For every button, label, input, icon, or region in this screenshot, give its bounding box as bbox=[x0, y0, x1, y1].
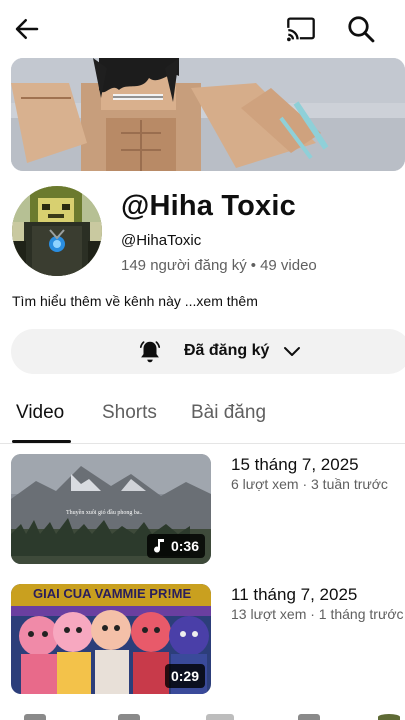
channel-handle: @HihaToxic bbox=[121, 232, 202, 249]
video-duration-badge: 0:29 bbox=[164, 664, 205, 688]
channel-banner bbox=[11, 58, 405, 171]
video-meta: 13 lượt xem · 1 tháng trước bbox=[231, 606, 404, 622]
top-app-bar bbox=[0, 0, 405, 58]
subscribed-button[interactable]: Đã đăng ký bbox=[11, 329, 405, 374]
cast-icon[interactable] bbox=[286, 16, 316, 42]
subscriptions-icon[interactable] bbox=[298, 714, 320, 720]
create-icon[interactable] bbox=[206, 714, 234, 720]
bell-icon bbox=[139, 341, 161, 363]
tab-posts[interactable]: Bài đăng bbox=[191, 402, 266, 424]
home-icon[interactable] bbox=[24, 714, 46, 720]
avatar[interactable] bbox=[378, 714, 400, 720]
video-duration: 0:29 bbox=[170, 668, 199, 684]
channel-avatar[interactable] bbox=[12, 186, 102, 276]
music-note-icon bbox=[153, 539, 164, 553]
video-item[interactable]: GIAI CUA VAMMIE PR!ME 0:29 11 tháng 7, 2… bbox=[0, 584, 405, 696]
see-more-link[interactable]: xem thêm bbox=[196, 293, 257, 309]
bottom-navigation-edge bbox=[0, 712, 405, 720]
channel-about[interactable]: Tìm hiểu thêm về kênh này ...xem thêm bbox=[12, 293, 258, 309]
shorts-icon[interactable] bbox=[118, 714, 140, 720]
about-text: Tìm hiểu thêm về kênh này ... bbox=[12, 293, 197, 309]
video-thumbnail[interactable]: GIAI CUA VAMMIE PR!ME 0:29 bbox=[11, 584, 211, 694]
video-duration: 0:36 bbox=[170, 538, 199, 554]
stats-separator: • bbox=[250, 257, 257, 274]
tab-shorts[interactable]: Shorts bbox=[102, 402, 157, 424]
chevron-down-icon bbox=[284, 347, 300, 356]
video-title[interactable]: 11 tháng 7, 2025 bbox=[231, 585, 357, 605]
thumbnail-caption: Thuyền xuôi gió đầu phong ba.. bbox=[66, 509, 143, 516]
video-meta: 6 lượt xem · 3 tuần trước bbox=[231, 476, 388, 492]
thumbnail-caption: GIAI CUA VAMMIE PR!ME bbox=[33, 586, 191, 601]
video-duration-badge: 0:36 bbox=[146, 534, 205, 558]
channel-tabs: Video Shorts Bài đăng bbox=[0, 396, 405, 444]
video-item[interactable]: Thuyền xuôi gió đầu phong ba.. 0:36 15 t… bbox=[0, 454, 405, 566]
active-tab-indicator bbox=[12, 440, 71, 443]
arrow-left-icon[interactable] bbox=[12, 14, 42, 44]
subscriber-count: 149 người đăng ký bbox=[121, 257, 247, 274]
video-title[interactable]: 15 tháng 7, 2025 bbox=[231, 455, 359, 475]
video-thumbnail[interactable]: Thuyền xuôi gió đầu phong ba.. 0:36 bbox=[11, 454, 211, 564]
search-icon[interactable] bbox=[346, 14, 376, 44]
channel-title: @Hiha Toxic bbox=[121, 190, 296, 222]
subscribed-label: Đã đăng ký bbox=[184, 342, 270, 359]
tab-video[interactable]: Video bbox=[16, 402, 64, 424]
channel-stats: 149 người đăng ký • 49 video bbox=[121, 257, 317, 274]
video-count: 49 video bbox=[260, 257, 317, 274]
